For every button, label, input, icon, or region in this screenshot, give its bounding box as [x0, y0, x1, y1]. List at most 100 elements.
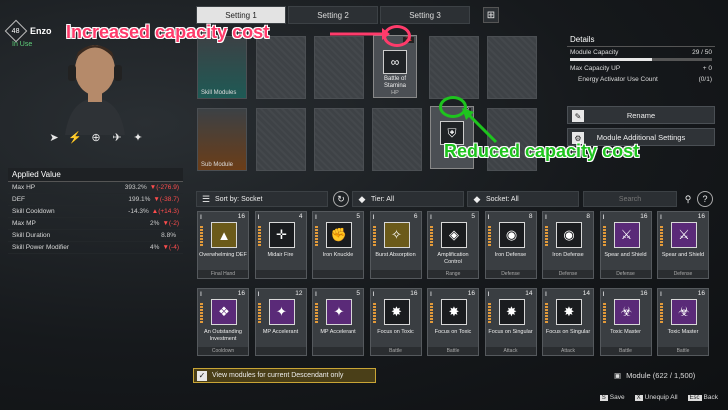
stat-label: Max MP	[12, 220, 36, 227]
module-capacity-label: Module Capacity	[570, 49, 619, 56]
stat-row: Skill Duration 8.8%	[8, 230, 183, 242]
module-card[interactable]: Ⅰ 16 ❖ An Outstanding Investment Cooldown	[197, 288, 249, 356]
tier-bars	[545, 226, 548, 246]
socket-icon: Ⅰ	[430, 214, 432, 221]
search-icon[interactable]: ⚲	[680, 191, 696, 207]
module-name: Iron Knuckle	[322, 252, 354, 258]
max-capacity-label: Max Capacity UP	[570, 65, 621, 72]
module-category	[255, 270, 306, 278]
stat-row: Max HP 393.2% ▼(-276.9)	[8, 182, 183, 194]
module-card[interactable]: Ⅰ 14 ✸ Focus on Singular Attack	[484, 288, 537, 356]
skill-2-icon[interactable]: ⚡	[66, 128, 84, 146]
unequip-all-hotkey[interactable]: X Unequip All	[634, 394, 678, 401]
checkbox-checked-icon[interactable]: ✓	[197, 370, 207, 381]
applied-value-panel: Applied Value Max HP 393.2% ▼(-276.9) DEF 1…	[8, 168, 183, 254]
module-card[interactable]: Ⅰ 16 ✸ Focus on Toxic Battle	[427, 288, 479, 356]
skill-module-slot[interactable]: Skill Modules	[197, 36, 247, 99]
module-icon: ✧	[383, 222, 410, 248]
module-card[interactable]: Ⅰ 6 ✧ Burst Absorption	[369, 211, 422, 279]
socket-filter[interactable]: ◆ Socket: All	[467, 191, 579, 207]
module-card[interactable]: Ⅰ 16 ▲ Overwhelming DEF Final Hand	[197, 211, 249, 279]
tab-setting-3[interactable]: Setting 3	[380, 6, 470, 24]
module-card[interactable]: Ⅰ 16 ☣ Toxic Master Battle	[657, 288, 709, 356]
rename-button[interactable]: ✎ Rename	[567, 106, 715, 124]
skill-5-icon[interactable]: ✦	[129, 128, 147, 146]
module-slot[interactable]	[256, 36, 306, 99]
module-card[interactable]: Ⅰ 8 ◉ Iron Defense Defense	[542, 211, 594, 279]
character-portrait	[65, 45, 125, 135]
max-capacity-value: + 0	[702, 65, 712, 72]
tier-bars	[545, 303, 548, 323]
module-card[interactable]: Ⅰ 12 ✦ MP Accelerant	[254, 288, 307, 356]
socket-icon: Ⅰ	[372, 214, 375, 221]
module-slot[interactable]	[487, 36, 537, 99]
help-icon[interactable]: ?	[697, 191, 713, 207]
module-icon: ✸	[383, 299, 410, 325]
level-value: 48	[12, 27, 20, 35]
search-input[interactable]: Search	[583, 191, 677, 207]
back-hotkey[interactable]: Esc Back	[687, 394, 718, 401]
back-key: Esc	[687, 395, 702, 401]
module-card[interactable]: Ⅰ 5 ✊ Iron Knuckle	[312, 211, 364, 279]
sort-dropdown[interactable]: ☰ Sort by: Socket	[196, 191, 328, 207]
module-card[interactable]: Ⅰ 16 ⚔ Spear and Shield Defense	[657, 211, 709, 279]
module-slot[interactable]	[314, 108, 364, 171]
module-category: Battle	[370, 347, 421, 355]
skill-4-icon[interactable]: ✈	[108, 128, 126, 146]
socket-icon: Ⅰ	[602, 291, 605, 298]
slot-label: Sub Module	[201, 162, 234, 168]
module-card[interactable]: Ⅰ 5 ◈ Amplification Control Range	[427, 211, 479, 279]
module-name: An Outstanding Investment	[204, 329, 242, 342]
sort-label: Sort by: Socket	[215, 195, 263, 203]
capacity-bar-fill	[570, 58, 653, 61]
module-capacity-row: Module Capacity 29 / 50	[567, 47, 715, 58]
module-card[interactable]: Ⅰ 4 ✛ Midair Fire	[254, 211, 307, 279]
module-card[interactable]: Ⅰ 8 ◉ Iron Defense Defense	[484, 211, 537, 279]
refresh-icon[interactable]: ↻	[333, 191, 349, 207]
tier-filter[interactable]: ◆ Tier: All	[352, 191, 464, 207]
module-name: Spear and Shield	[661, 252, 705, 258]
module-category: Attack	[543, 347, 593, 355]
add-preset-icon[interactable]: ⊞	[483, 7, 499, 23]
unequip-label: Unequip All	[644, 394, 678, 401]
view-current-only-toggle[interactable]: ✓ View modules for current Descendant onl…	[193, 368, 376, 383]
skill-1-icon[interactable]: ➤	[45, 128, 63, 146]
module-name: Focus on Toxic	[377, 329, 414, 335]
stat-value: 8.8%	[161, 232, 176, 239]
search-placeholder: Search	[618, 195, 642, 203]
module-card[interactable]: Ⅰ 5 ✦ MP Accelerant	[312, 288, 364, 356]
save-hotkey[interactable]: S Save	[599, 394, 625, 401]
tier-bars	[602, 226, 606, 246]
module-card[interactable]: Ⅰ 16 ✸ Focus on Toxic Battle	[369, 288, 422, 356]
module-card[interactable]: Ⅰ 16 ⚔ Spear and Shield Defense	[599, 211, 652, 279]
module-slot[interactable]	[314, 36, 364, 99]
tier-bars	[257, 226, 261, 246]
module-slot[interactable]	[256, 108, 306, 171]
socket-icon: Ⅰ	[315, 214, 317, 221]
level-badge: 48	[4, 19, 28, 43]
max-capacity-row: Max Capacity UP + 0	[567, 63, 715, 74]
module-card[interactable]: Ⅰ 14 ✸ Focus on Singular Attack	[542, 288, 594, 356]
module-name: Focus on Singular	[488, 329, 533, 335]
stat-value: 2%	[150, 220, 160, 227]
tier-bars	[372, 303, 376, 323]
socket-icon: Ⅰ	[200, 291, 202, 298]
module-icon: ✸	[556, 299, 582, 325]
sub-module-slot[interactable]: Sub Module	[197, 108, 247, 171]
skill-3-icon[interactable]: ⊕	[87, 128, 105, 146]
stat-label: Max HP	[12, 184, 36, 191]
tab-setting-2[interactable]: Setting 2	[288, 6, 378, 24]
view-only-label: View modules for current Descendant only	[212, 372, 344, 379]
module-category: Defense	[600, 270, 651, 278]
socket-icon: Ⅰ	[602, 214, 605, 221]
module-name: MP Accelerant	[262, 329, 299, 335]
details-title: Details	[567, 33, 715, 47]
module-cost: 12	[295, 290, 303, 297]
module-count: ▣ Module (622 / 1,500)	[614, 371, 695, 380]
tier-bars	[602, 303, 606, 323]
module-category	[313, 270, 363, 278]
module-card[interactable]: Ⅰ 16 ☣ Toxic Master Battle	[599, 288, 652, 356]
module-slot[interactable]	[372, 108, 422, 171]
module-icon: ⚔	[671, 222, 697, 248]
module-slot[interactable]	[429, 36, 479, 99]
